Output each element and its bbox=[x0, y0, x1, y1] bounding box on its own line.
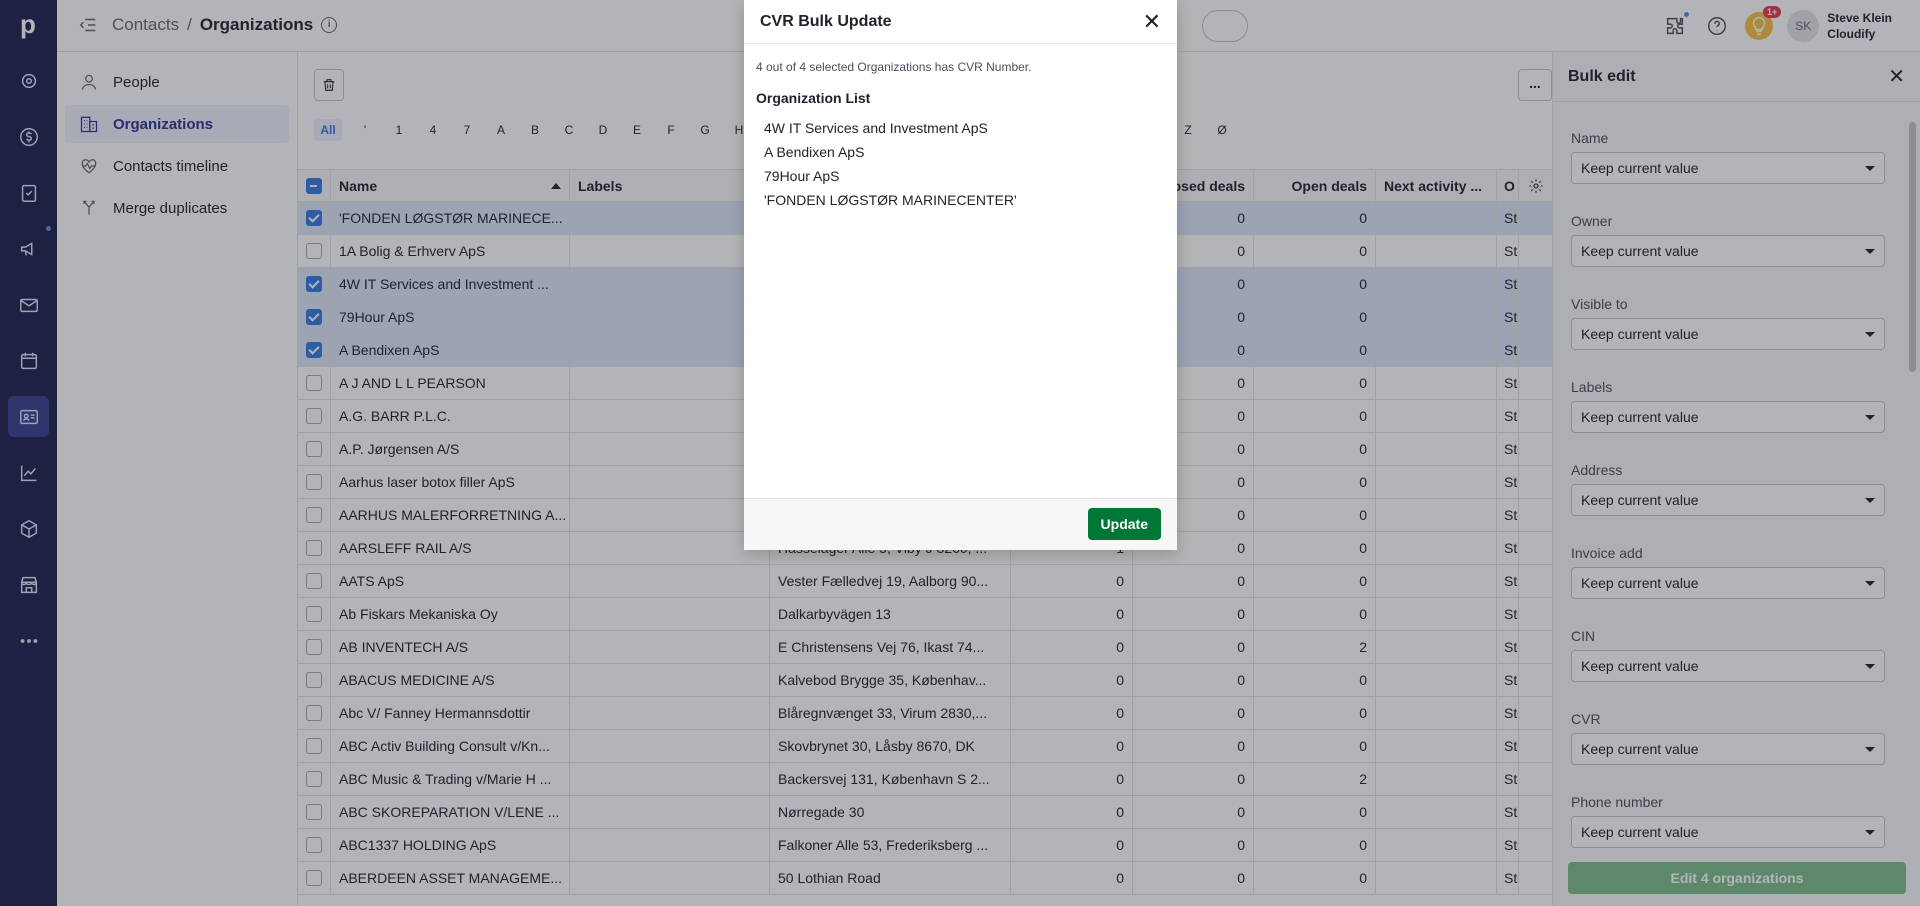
dialog-footer: Update bbox=[744, 498, 1177, 550]
organization-list-title: Organization List bbox=[756, 90, 871, 106]
list-item: 79Hour ApS bbox=[764, 168, 840, 184]
dialog-header: CVR Bulk Update ✕ bbox=[744, 0, 1177, 44]
organization-list: 4W IT Services and Investment ApS A Bend… bbox=[756, 116, 1165, 212]
cvr-bulk-update-dialog: CVR Bulk Update ✕ 4 out of 4 selected Or… bbox=[744, 0, 1177, 550]
close-icon[interactable]: ✕ bbox=[1143, 9, 1161, 35]
dialog-body: 4 out of 4 selected Organizations has CV… bbox=[744, 44, 1177, 228]
list-item: 'FONDEN LØGSTØR MARINECENTER' bbox=[764, 192, 1017, 208]
update-button[interactable]: Update bbox=[1087, 508, 1161, 540]
list-item: 4W IT Services and Investment ApS bbox=[764, 120, 988, 136]
dialog-title: CVR Bulk Update bbox=[760, 12, 892, 30]
cvr-status-note: 4 out of 4 selected Organizations has CV… bbox=[756, 60, 1032, 74]
list-item: A Bendixen ApS bbox=[764, 144, 865, 160]
